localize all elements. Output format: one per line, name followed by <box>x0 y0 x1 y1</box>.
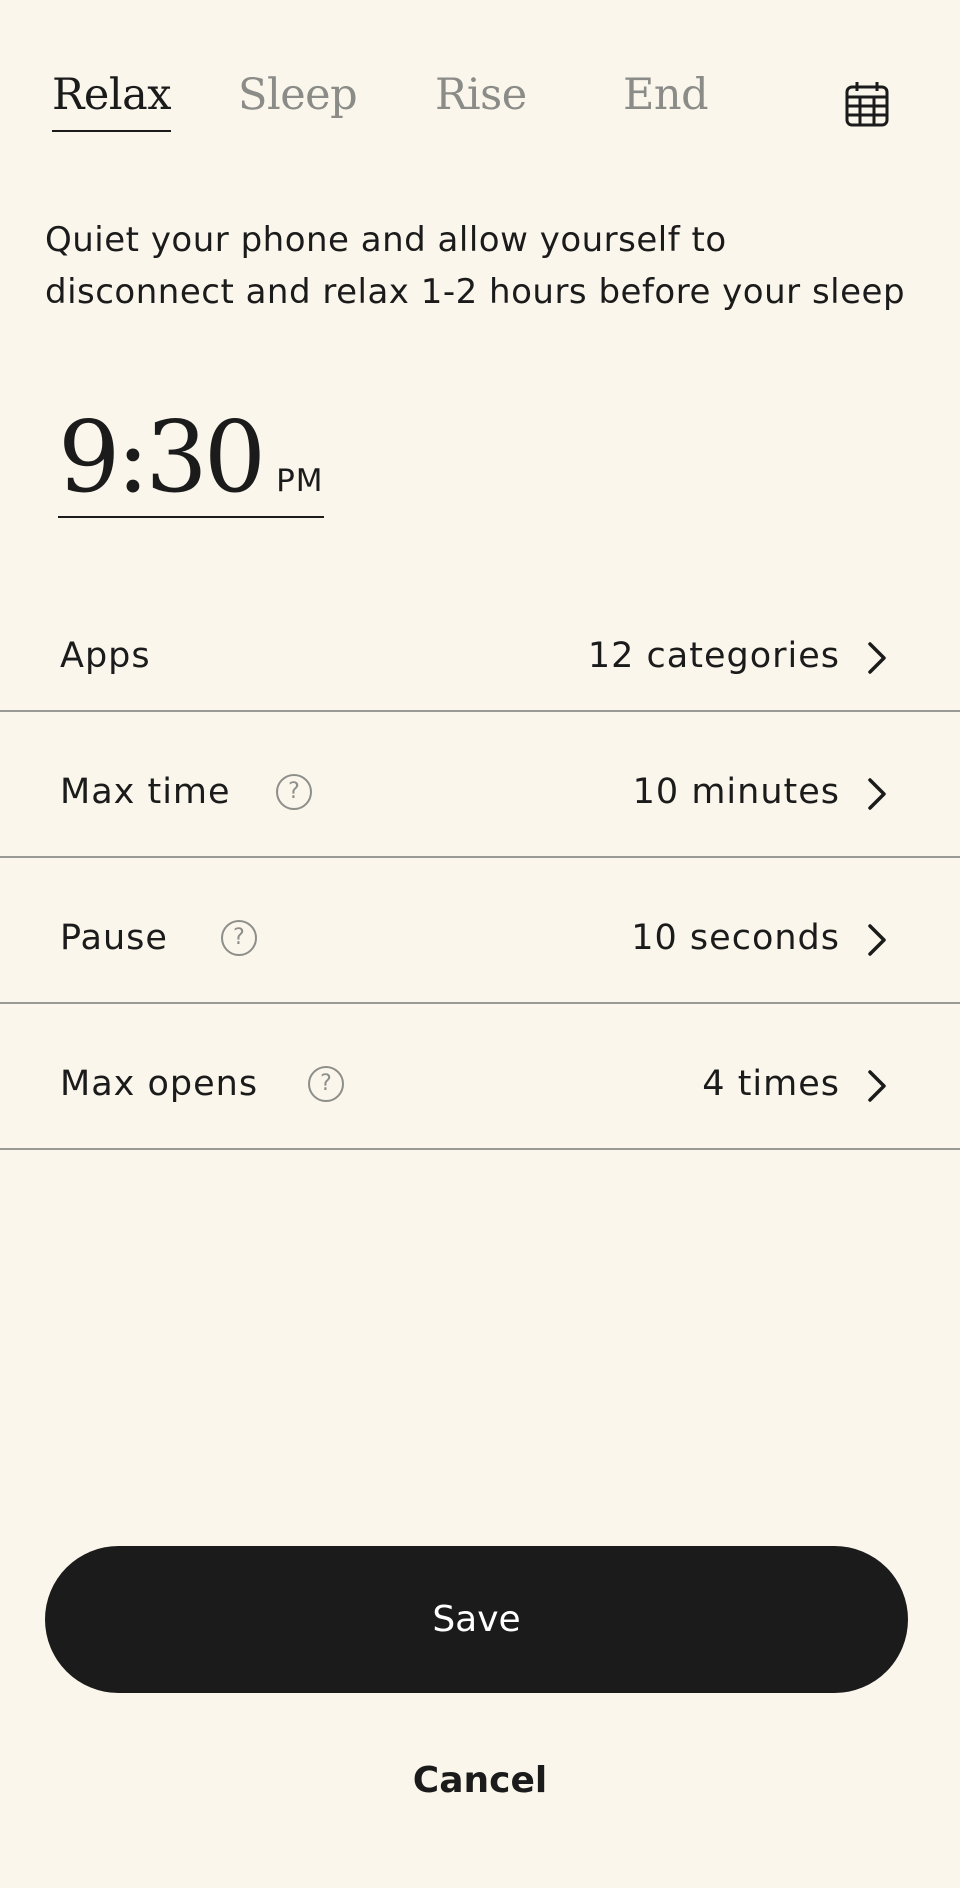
tab-sleep[interactable]: Sleep <box>238 70 358 130</box>
setting-label: Pause <box>60 918 168 958</box>
cancel-button[interactable]: Cancel <box>380 1752 580 1808</box>
setting-label: Max opens <box>60 1064 259 1104</box>
tab-bar: Relax Sleep Rise End <box>52 70 908 150</box>
relax-description: Quiet your phone and allow yourself to d… <box>45 220 906 312</box>
settings-list: Apps 12 categories Max time ? 10 minutes… <box>0 602 960 1150</box>
time-picker[interactable]: 9:30 PM <box>58 408 324 518</box>
help-icon[interactable]: ? <box>221 920 257 956</box>
setting-label: Apps <box>60 636 151 676</box>
time-value: 9:30 <box>58 401 266 515</box>
chevron-right-icon <box>866 776 888 812</box>
tab-end[interactable]: End <box>623 70 709 130</box>
save-button[interactable]: Save <box>45 1546 908 1693</box>
chevron-right-icon <box>866 640 888 676</box>
calendar-icon[interactable] <box>844 80 890 128</box>
setting-value: 4 times <box>702 1064 840 1104</box>
setting-row-apps[interactable]: Apps 12 categories <box>0 602 960 712</box>
setting-value: 10 minutes <box>632 772 840 812</box>
setting-row-max-opens[interactable]: Max opens ? 4 times <box>0 1004 960 1150</box>
help-icon[interactable]: ? <box>276 774 312 810</box>
setting-row-max-time[interactable]: Max time ? 10 minutes <box>0 712 960 858</box>
help-icon[interactable]: ? <box>308 1066 344 1102</box>
setting-row-pause[interactable]: Pause ? 10 seconds <box>0 858 960 1004</box>
time-ampm: PM <box>276 463 324 499</box>
setting-label: Max time <box>60 772 231 812</box>
tab-rise[interactable]: Rise <box>435 70 527 130</box>
tab-relax[interactable]: Relax <box>52 70 171 132</box>
setting-value: 10 seconds <box>631 918 840 958</box>
chevron-right-icon <box>866 1068 888 1104</box>
chevron-right-icon <box>866 922 888 958</box>
setting-value: 12 categories <box>587 636 840 676</box>
